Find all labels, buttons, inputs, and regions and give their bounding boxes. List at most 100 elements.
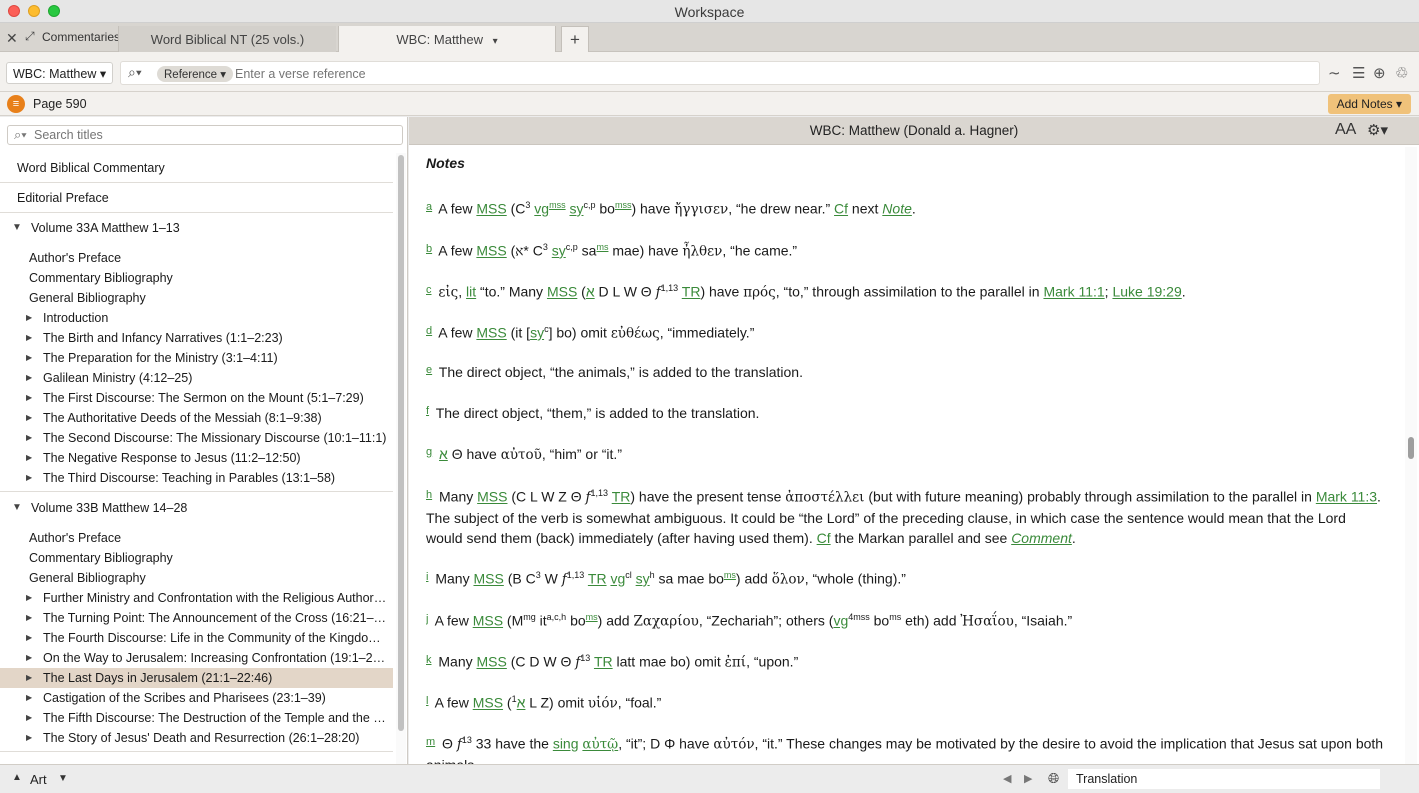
toc-item[interactable]: General Bibliography — [0, 288, 393, 308]
toc-section[interactable]: ▶ The Story of Jesus' Death and Resurrect… — [0, 728, 393, 748]
timeline-icon[interactable]: ∼ — [1328, 64, 1341, 82]
expanded-arrow-icon[interactable]: ▼ — [12, 213, 22, 243]
link[interactable]: sy — [636, 571, 650, 587]
toc-icon[interactable]: ≡ — [7, 95, 25, 113]
toc-section[interactable]: ▶ On the Way to Jerusalem: Increasing Con… — [0, 648, 393, 668]
search-icon[interactable]: ⌕▾ — [128, 64, 142, 81]
add-icon[interactable]: ⊕ — [1373, 64, 1386, 82]
link[interactable]: MSS — [476, 243, 506, 259]
link[interactable]: TR — [682, 284, 701, 300]
tab-word-biblical-nt[interactable]: Word Biblical NT (25 vols.) — [118, 26, 336, 52]
collapsed-arrow-icon[interactable]: ▶ — [26, 308, 32, 328]
link[interactable]: א — [586, 284, 595, 300]
link[interactable]: Note — [882, 201, 912, 217]
toc-section[interactable]: ▶ Castigation of the Scribes and Pharisee… — [0, 688, 393, 708]
note-marker[interactable]: g — [426, 446, 432, 458]
toc-section[interactable]: ▶ Further Ministry and Confrontation with… — [0, 588, 393, 608]
link[interactable]: MSS — [473, 571, 503, 587]
reference-input[interactable] — [235, 66, 1235, 82]
toc-item[interactable]: Editorial Preface — [0, 183, 393, 213]
link[interactable]: mss — [549, 200, 566, 210]
toc-item[interactable]: Author's Preface — [0, 248, 393, 268]
note-marker[interactable]: c — [426, 284, 432, 296]
link[interactable]: ms — [724, 570, 736, 580]
toc-section[interactable]: ▶ The Negative Response to Jesus (11:2–12… — [0, 448, 393, 468]
collapsed-arrow-icon[interactable]: ▶ — [26, 428, 32, 448]
note-marker[interactable]: e — [426, 364, 432, 376]
link[interactable]: ms — [586, 612, 598, 622]
title-search-input[interactable] — [34, 128, 394, 142]
link[interactable]: ms — [596, 242, 608, 252]
link[interactable]: vg — [833, 613, 848, 629]
chevron-down-icon[interactable]: ▼ — [58, 773, 68, 784]
link[interactable]: Mark 11:1 — [1043, 284, 1104, 300]
link[interactable]: TR — [612, 489, 631, 505]
expanded-arrow-icon[interactable]: ▼ — [12, 493, 22, 523]
toc-section[interactable]: ▶ The Second Discourse: The Missionary Di… — [0, 428, 393, 448]
toc-section[interactable]: ▶ Galilean Ministry (4:12–25) — [0, 368, 393, 388]
collapsed-arrow-icon[interactable]: ▶ — [26, 628, 32, 648]
font-size-icon[interactable]: AA — [1335, 121, 1356, 139]
triangle-up-icon[interactable]: ▲ — [12, 772, 22, 783]
toc-section[interactable]: ▶ The First Discourse: The Sermon on the … — [0, 388, 393, 408]
note-marker[interactable]: f — [426, 405, 429, 417]
link[interactable]: Luke 19:29 — [1112, 284, 1181, 300]
link[interactable]: MSS — [547, 284, 577, 300]
collapsed-arrow-icon[interactable]: ▶ — [26, 728, 32, 748]
globe-icon[interactable]: 🌐︎ — [1048, 770, 1059, 787]
collapsed-arrow-icon[interactable]: ▶ — [26, 668, 32, 688]
collapsed-arrow-icon[interactable]: ▶ — [26, 408, 32, 428]
link[interactable]: Comment — [1011, 530, 1072, 546]
link[interactable]: MSS — [477, 654, 507, 670]
link[interactable]: Cf — [817, 530, 831, 546]
collapsed-arrow-icon[interactable]: ▶ — [26, 608, 32, 628]
note-marker[interactable]: j — [426, 613, 428, 625]
toc-section[interactable]: ▶ The Fifth Discourse: The Destruction of… — [0, 708, 393, 728]
link[interactable]: sy — [569, 201, 583, 217]
link[interactable]: sy — [552, 243, 566, 259]
note-marker[interactable]: a — [426, 201, 432, 213]
note-marker[interactable]: i — [426, 571, 428, 583]
collapsed-arrow-icon[interactable]: ▶ — [26, 348, 32, 368]
scrollbar-thumb[interactable] — [1408, 437, 1414, 459]
toc-scrollbar[interactable] — [396, 153, 406, 764]
back-icon[interactable]: ◀ — [1003, 772, 1011, 785]
toc-item[interactable]: Commentary Bibliography — [0, 268, 393, 288]
link[interactable]: sy — [530, 325, 544, 341]
link[interactable]: vg — [610, 571, 625, 587]
toc-section[interactable]: ▶ The Authoritative Deeds of the Messiah … — [0, 408, 393, 428]
collapsed-arrow-icon[interactable]: ▶ — [26, 468, 32, 488]
note-marker[interactable]: h — [426, 489, 432, 501]
link[interactable]: lit — [466, 284, 476, 300]
toc-section[interactable]: ▶ The Turning Point: The Announcement of … — [0, 608, 393, 628]
link[interactable]: TR — [594, 654, 613, 670]
toc-volume-33b[interactable]: ▼ Volume 33B Matthew 14–28 — [0, 493, 393, 523]
art-label[interactable]: Art — [30, 772, 47, 787]
link[interactable]: TR — [588, 571, 607, 587]
toc-item[interactable]: Author's Preface — [0, 528, 393, 548]
toc-section[interactable]: ▶ The Preparation for the Ministry (3:1–4… — [0, 348, 393, 368]
link[interactable]: Mark 11:3 — [1316, 489, 1377, 505]
link[interactable]: αὐτῷ — [582, 737, 618, 753]
link[interactable]: MSS — [473, 695, 503, 711]
toc-section[interactable]: ▶ The Third Discourse: Teaching in Parabl… — [0, 468, 393, 488]
resource-select[interactable]: WBC: Matthew ▾ — [6, 62, 114, 84]
link[interactable]: vg — [534, 201, 549, 217]
link[interactable]: sing — [553, 736, 579, 752]
link[interactable]: mss — [615, 200, 632, 210]
link[interactable]: MSS — [477, 489, 507, 505]
link[interactable]: MSS — [473, 613, 503, 629]
link[interactable]: MSS — [476, 201, 506, 217]
expand-icon[interactable]: ⤢ — [25, 29, 35, 44]
note-marker[interactable]: b — [426, 243, 432, 255]
collapsed-arrow-icon[interactable]: ▶ — [26, 688, 32, 708]
add-notes-button[interactable]: Add Notes ▾ — [1327, 94, 1411, 114]
scrollbar-thumb[interactable] — [398, 155, 404, 731]
share-icon[interactable]: ♲ — [1395, 64, 1408, 82]
note-marker[interactable]: l — [426, 695, 428, 707]
collapsed-arrow-icon[interactable]: ▶ — [26, 648, 32, 668]
search-type-select[interactable]: Reference ▾ — [157, 66, 234, 82]
collapsed-arrow-icon[interactable]: ▶ — [26, 328, 32, 348]
toc-item[interactable]: Word Biblical Commentary — [0, 153, 393, 183]
document-scrollbar[interactable] — [1405, 147, 1417, 764]
